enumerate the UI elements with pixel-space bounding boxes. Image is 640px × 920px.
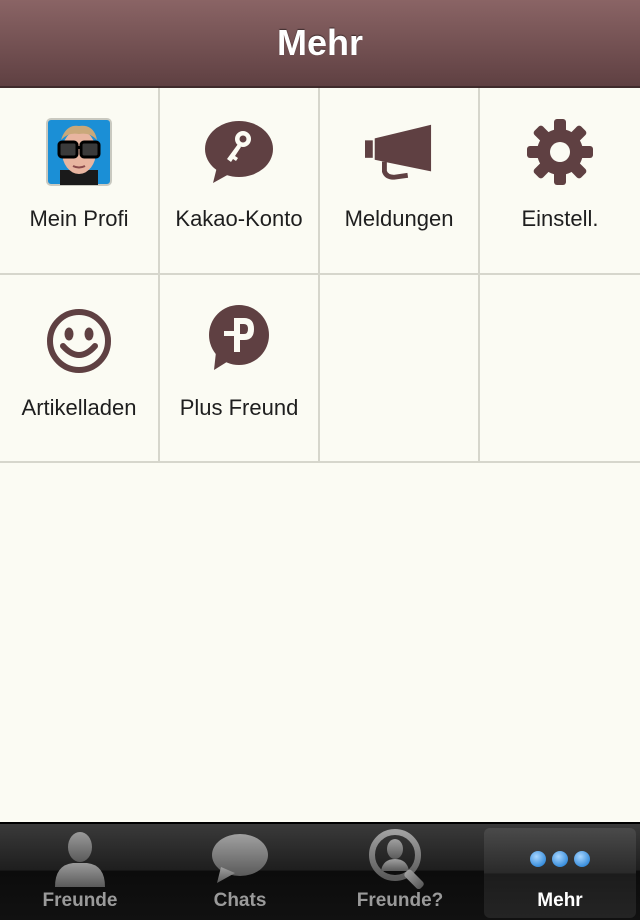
chat-bubble-icon — [211, 828, 269, 890]
grid-item-label: Plus Freund — [179, 395, 299, 420]
tab-label: Chats — [213, 890, 267, 911]
grid-item-label: Einstell. — [521, 206, 599, 231]
grid-item-label: Meldungen — [344, 206, 454, 231]
tab-find-friends[interactable]: Freunde? — [324, 828, 476, 918]
tab-chats[interactable]: Chats — [164, 828, 316, 918]
key-bubble-icon — [205, 118, 273, 186]
more-dots-icon — [528, 828, 592, 890]
grid-item-profile[interactable]: Mein Profi — [0, 88, 160, 275]
tab-friends[interactable]: Freunde — [4, 828, 156, 918]
tab-bar: Freunde Chats Freunde? Mehr — [0, 822, 640, 920]
person-icon — [53, 828, 107, 890]
tab-label: Mehr — [537, 890, 583, 911]
grid-item-item-store[interactable]: Artikelladen — [0, 275, 160, 463]
navigation-bar: Mehr — [0, 0, 640, 88]
megaphone-icon — [365, 118, 433, 186]
grid-item-settings[interactable]: Einstell. — [480, 88, 640, 275]
profile-avatar — [45, 118, 113, 186]
grid-item-notices[interactable]: Meldungen — [320, 88, 480, 275]
grid-item-label: Artikelladen — [21, 395, 137, 420]
tab-label: Freunde? — [356, 890, 444, 911]
gear-icon — [526, 118, 594, 186]
search-person-icon — [369, 828, 431, 890]
smiley-icon — [45, 307, 113, 375]
grid-empty-cell — [480, 275, 640, 463]
plus-friend-icon — [205, 305, 273, 373]
grid-item-plus-friend[interactable]: Plus Freund — [160, 275, 320, 463]
grid-item-label: Mein Profi — [29, 206, 129, 231]
tab-more[interactable]: Mehr — [484, 828, 636, 918]
tab-label: Freunde — [42, 890, 118, 911]
page-title: Mehr — [276, 22, 363, 63]
grid-empty-cell — [320, 275, 480, 463]
grid-item-kakao-account[interactable]: Kakao-Konto — [160, 88, 320, 275]
grid-item-label: Kakao-Konto — [175, 206, 303, 231]
